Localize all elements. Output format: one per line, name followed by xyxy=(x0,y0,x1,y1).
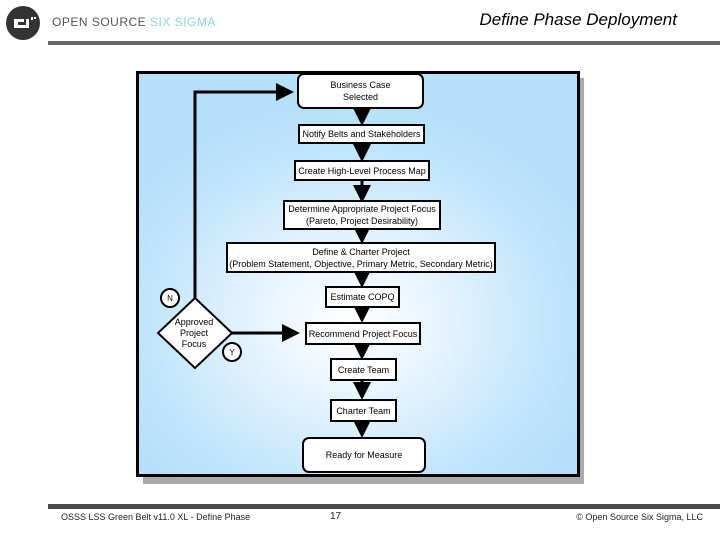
node-recommend-focus: Recommend Project Focus xyxy=(305,322,421,345)
footer-copyright: © Open Source Six Sigma, LLC xyxy=(576,512,703,522)
label-yes: Y xyxy=(222,342,242,362)
node-define-charter: Define & Charter Project (Problem Statem… xyxy=(226,242,496,273)
footer-course: OSSS LSS Green Belt v11.0 XL - Define Ph… xyxy=(61,512,251,522)
node-business-case: Business Case Selected xyxy=(297,73,424,109)
page-number: 17 xyxy=(330,511,342,522)
node-estimate-copq: Estimate COPQ xyxy=(325,286,400,308)
label-no: N xyxy=(160,288,180,308)
decision-label: Approved Project Focus xyxy=(174,317,214,349)
node-create-team: Create Team xyxy=(330,358,397,381)
node-charter-team: Charter Team xyxy=(330,399,397,422)
node-process-map: Create High-Level Process Map xyxy=(294,160,430,181)
node-notify-belts: Notify Belts and Stakeholders xyxy=(298,124,425,144)
node-ready-for-measure: Ready for Measure xyxy=(302,437,426,473)
footer-divider xyxy=(48,504,720,509)
node-project-focus: Determine Appropriate Project Focus (Par… xyxy=(283,200,441,230)
